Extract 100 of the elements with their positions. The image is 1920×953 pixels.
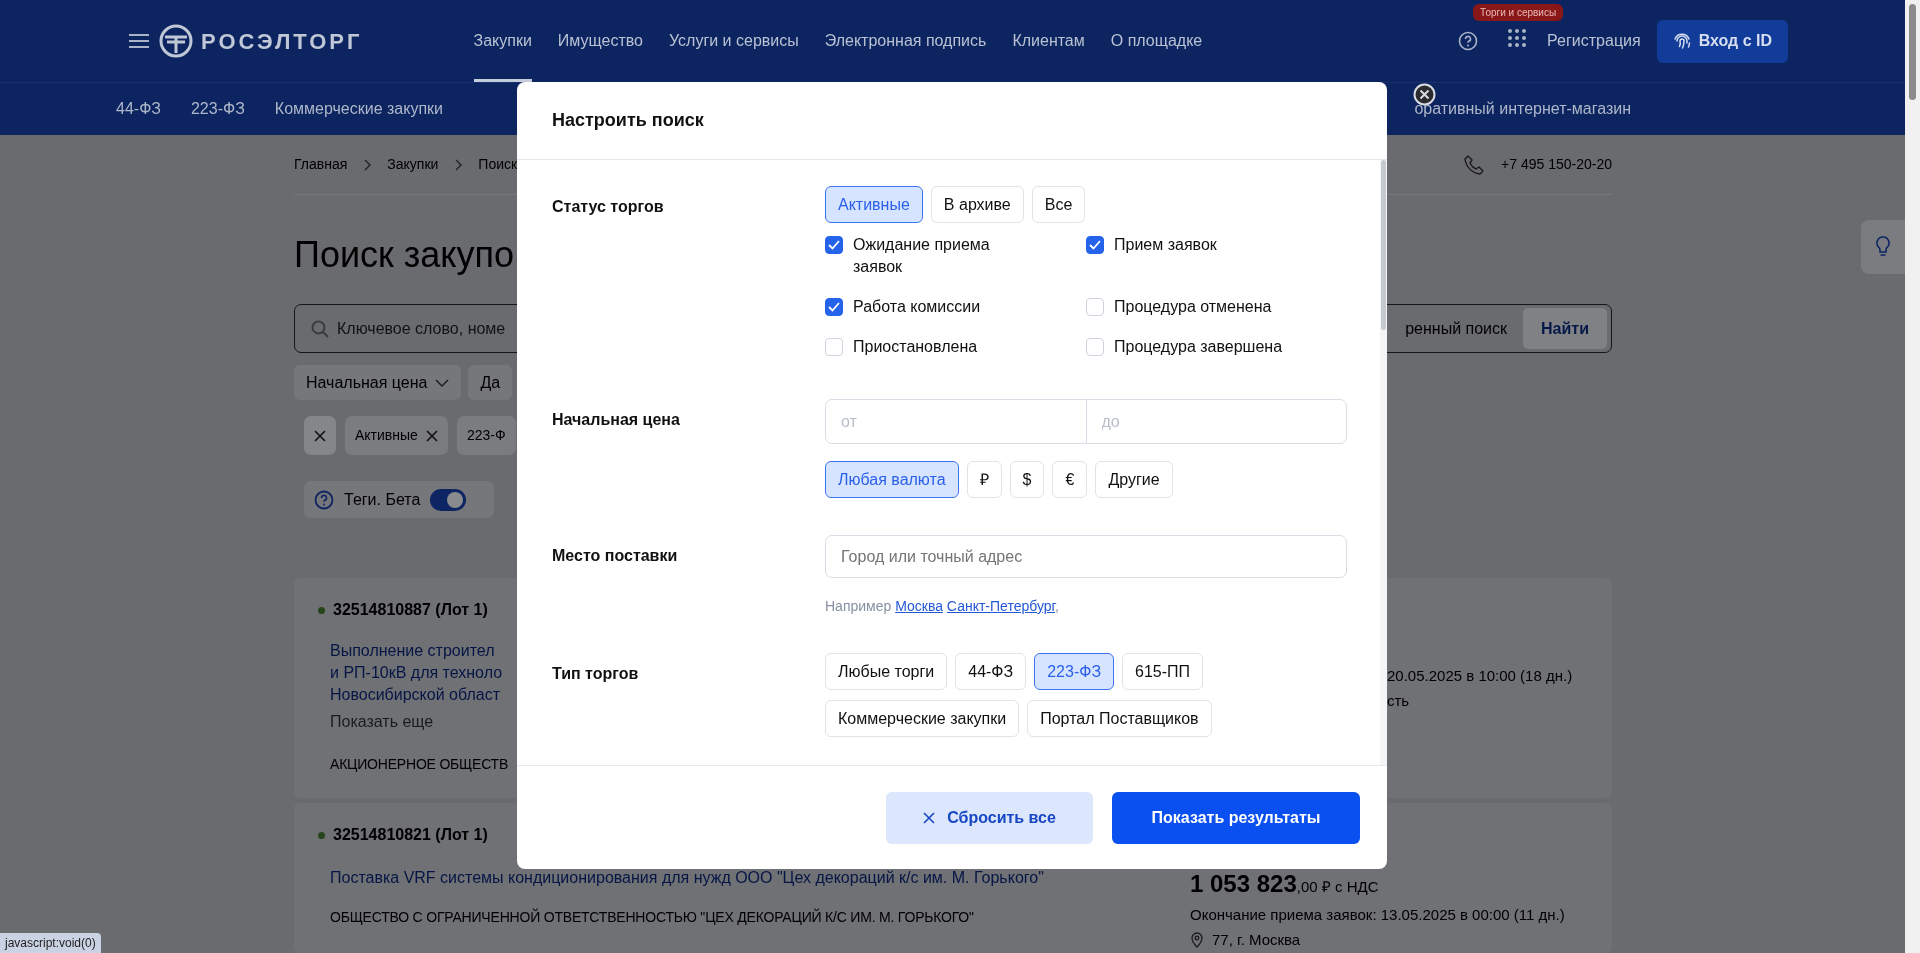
- checkbox[interactable]: [825, 298, 843, 316]
- search-icon: [311, 319, 329, 338]
- close-icon: [923, 811, 936, 824]
- status-dot: [318, 831, 325, 839]
- help-icon[interactable]: [1458, 31, 1479, 51]
- phone-number[interactable]: +7 495 150-20-20: [1501, 154, 1612, 175]
- search-button[interactable]: Найти: [1523, 308, 1607, 349]
- customer-name: АКЦИОНЕРНОЕ ОБЩЕСТВ: [330, 755, 509, 774]
- checkbox-label[interactable]: Процедура завершена: [1114, 336, 1283, 358]
- page-scrollbar[interactable]: [1905, 0, 1920, 953]
- checkbox[interactable]: [825, 236, 843, 254]
- filter-option[interactable]: 223-ФЗ: [1034, 653, 1115, 690]
- menu-icon[interactable]: [128, 33, 150, 49]
- subnav-link[interactable]: оративный интернет-магазин: [1414, 97, 1631, 121]
- filter-option[interactable]: Любые торги: [825, 653, 948, 690]
- subnav-link[interactable]: 44-ФЗ: [116, 97, 161, 121]
- subnav-link[interactable]: Коммерческие закупки: [274, 97, 443, 121]
- phone-icon: [1463, 153, 1486, 176]
- filter-dropdown[interactable]: Да: [468, 365, 513, 400]
- filter-option[interactable]: 615-ПП: [1122, 653, 1204, 690]
- result-title-link[interactable]: Выполнение строител: [330, 640, 509, 662]
- checkbox-label[interactable]: Приостановлена: [853, 336, 978, 358]
- filter-option[interactable]: ₽: [966, 461, 1002, 498]
- example-link[interactable]: Санкт-Петербург: [946, 598, 1055, 614]
- example-hint: Например Москва Санкт-Петербург,: [825, 597, 1060, 616]
- section-label: Начальная цена: [552, 410, 681, 430]
- scrollbar-thumb[interactable]: [1381, 160, 1386, 330]
- advanced-search-link[interactable]: ренный поиск: [1405, 316, 1508, 341]
- filter-option[interactable]: Коммерческие закупки: [825, 700, 1020, 737]
- checkbox-label[interactable]: Прием заявок: [1114, 234, 1217, 256]
- dialog-title: Настроить поиск: [552, 109, 704, 132]
- close-icon[interactable]: [425, 429, 438, 442]
- toggle-switch[interactable]: [430, 488, 467, 511]
- deadline-text: 20.05.2025 в 10:00 (18 дн.): [1387, 666, 1574, 686]
- filter-option[interactable]: 44-ФЗ: [955, 653, 1027, 690]
- logo-text[interactable]: РОСЭЛТОРГ: [201, 24, 363, 58]
- reset-button[interactable]: Сбросить все: [886, 791, 1093, 844]
- checkbox-label[interactable]: Работа комиссии: [853, 296, 981, 318]
- breadcrumb-link[interactable]: Закупки: [387, 154, 439, 175]
- filter-option[interactable]: Все: [1031, 186, 1086, 223]
- result-title-link[interactable]: Новосибирской област: [330, 684, 509, 706]
- apps-grid-icon[interactable]: [1507, 27, 1528, 48]
- register-link[interactable]: Регистрация: [1547, 29, 1641, 53]
- show-results-button[interactable]: Показать результаты: [1112, 791, 1360, 844]
- filter-option[interactable]: €: [1052, 461, 1088, 498]
- checkbox-label[interactable]: Процедура отменена: [1114, 296, 1272, 318]
- status-dot: [318, 606, 325, 614]
- filter-chip[interactable]: Активные: [345, 416, 448, 455]
- nav-link[interactable]: Имущество: [557, 0, 643, 82]
- example-link[interactable]: Москва: [895, 598, 943, 614]
- nav-link[interactable]: О площадке: [1110, 0, 1203, 82]
- search-field[interactable]: Ключевое слово, номе: [337, 316, 527, 341]
- nav-link[interactable]: Услуги и сервисы: [668, 0, 799, 82]
- tips-button[interactable]: [1861, 220, 1905, 274]
- result-title-link[interactable]: Поставка VRF системы кондиционирования для нужд ООО "Цех декораций к/с им. М. Горького": [330, 867, 1044, 889]
- section-label: Место поставки: [552, 546, 679, 566]
- filter-option[interactable]: Другие: [1095, 461, 1173, 498]
- dialog-scrollbar[interactable]: [1380, 160, 1387, 765]
- breadcrumb-link[interactable]: Поиск: [478, 154, 518, 175]
- result-title-link[interactable]: и РП-10кВ для техноло: [330, 662, 509, 684]
- nav-link[interactable]: Электронная подпись: [824, 0, 987, 82]
- fingerprint-icon: [1672, 32, 1691, 50]
- checkbox-label[interactable]: Ожидание приема заявок: [853, 234, 1033, 278]
- filter-option[interactable]: Активные: [825, 186, 923, 223]
- nav-link[interactable]: Клиентам: [1012, 0, 1085, 82]
- scrollbar-thumb[interactable]: [1909, 4, 1916, 100]
- subnav-link[interactable]: 223-ФЗ: [190, 97, 245, 121]
- customer-name: ОБЩЕСТВО С ОГРАНИЧЕННОЙ ОТВЕТСТВЕННОСТЬЮ "ЦЕХ ДЕКОРАЦИЙ К/С ИМ. М. ГОРЬКОГО": [330, 907, 975, 927]
- filter-option[interactable]: Портал Поставщиков: [1027, 700, 1212, 737]
- breadcrumb-link[interactable]: Главная: [294, 154, 348, 175]
- section-label: Тип торгов: [552, 664, 640, 684]
- price-to-field[interactable]: до: [1085, 399, 1347, 444]
- filter-option[interactable]: $: [1009, 461, 1045, 498]
- filter-dropdown[interactable]: Начальная цена: [294, 365, 462, 400]
- filter-option[interactable]: В архиве: [930, 186, 1024, 223]
- address-field[interactable]: Город или точный адрес: [825, 535, 1347, 578]
- chevron-right-icon: [454, 158, 463, 171]
- lot-number[interactable]: 32514810887 (Лот 1): [333, 598, 488, 622]
- logo-emblem-icon: [159, 24, 193, 58]
- lot-number[interactable]: 32514810821 (Лот 1): [333, 823, 488, 847]
- chevron-right-icon: [363, 158, 372, 171]
- map-pin-icon: [1190, 932, 1204, 948]
- login-button[interactable]: Вход с ID: [1656, 19, 1788, 63]
- price-value: 1 053 823,00 ₽ с НДС: [1190, 870, 1380, 899]
- deadline-text: Окончание приема заявок: 13.05.2025 в 00:00 (11 дн.): [1190, 905, 1566, 925]
- close-icon: [314, 429, 326, 442]
- notification-badge: Торги и сервисы: [1473, 3, 1564, 21]
- filter-option[interactable]: Любая валюта: [825, 461, 959, 498]
- help-icon[interactable]: [314, 489, 334, 510]
- region-text: сть: [1387, 691, 1410, 711]
- price-from-field[interactable]: от: [825, 399, 1087, 444]
- checkbox[interactable]: [1086, 236, 1104, 254]
- lightbulb-icon: [1875, 235, 1891, 259]
- status-bar-url: javascript:void(0): [0, 933, 101, 953]
- section-label: Статус торгов: [552, 197, 665, 217]
- region-text: 77, г. Москва: [1212, 930, 1301, 950]
- show-more-link[interactable]: Показать еще: [330, 710, 509, 734]
- filter-chip[interactable]: 223-Ф: [456, 416, 516, 455]
- clear-filters-button[interactable]: [304, 416, 336, 455]
- page-title: Поиск закупо: [294, 233, 514, 277]
